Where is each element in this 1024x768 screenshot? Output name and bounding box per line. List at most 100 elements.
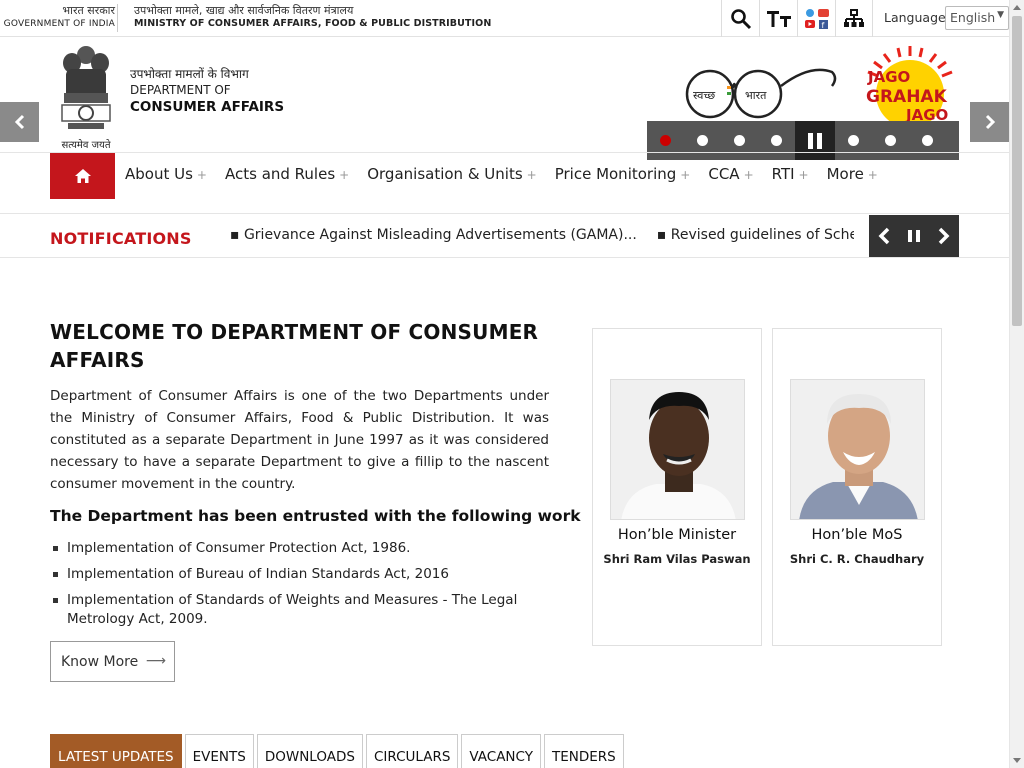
plus-icon: + (743, 168, 754, 182)
nav-item-rti[interactable]: RTI + (772, 165, 809, 183)
nav-item-label: More (826, 165, 864, 183)
main-navigation: About Us + Acts and Rules + Organisation &… (0, 152, 1009, 214)
ticker-item-text: Grievance Against Misleading Advertiseme… (243, 227, 637, 243)
minister-card[interactable]: Hon’ble MoS Shri C. R. Chaudhary (772, 328, 942, 646)
list-item: Implementation of Standards of Weights a… (50, 591, 550, 629)
search-icon (730, 8, 751, 29)
ticker-item-text: Revised guidelines of Scheme for S (670, 227, 854, 243)
minister-portrait-icon (611, 380, 744, 519)
tab-latest-updates[interactable]: LATEST UPDATES (50, 734, 182, 768)
tab-circulars[interactable]: CIRCULARS (365, 734, 459, 768)
notifications-ticker: ▪ Grievance Against Misleading Advertise… (230, 227, 854, 243)
ticker-item[interactable]: ▪ Revised guidelines of Scheme for S (657, 227, 854, 243)
minister-portrait-icon (791, 380, 924, 519)
ticker-item[interactable]: ▪ Grievance Against Misleading Advertise… (230, 227, 647, 243)
swachh-bharat-glasses-icon: स्वच्छ भारत (685, 68, 837, 119)
chevron-right-icon (985, 114, 995, 130)
jago-grahak-jago-logo[interactable]: JAGO GRAHAK JAGO (862, 44, 958, 128)
list-item: Implementation of Consumer Protection Ac… (50, 539, 550, 558)
nav-item-organisation-units[interactable]: Organisation & Units + (367, 165, 536, 183)
minister-name[interactable]: Shri C. R. Chaudhary (773, 552, 941, 566)
pause-icon (808, 132, 822, 149)
work-list: Implementation of Consumer Protection Ac… (50, 539, 550, 636)
toolbar: f (721, 0, 873, 37)
plus-icon: + (680, 168, 691, 182)
nav-item-label: RTI (771, 165, 795, 183)
minister-name[interactable]: Shri Ram Vilas Paswan (593, 552, 761, 566)
home-icon (74, 169, 91, 183)
home-button[interactable] (50, 153, 115, 199)
plus-icon: + (196, 168, 207, 182)
know-more-label: Know More (61, 654, 139, 670)
gov-english-text: GOVERNMENT OF INDIA (3, 19, 115, 29)
national-emblem-logo[interactable]: सत्यमेव जयते (54, 43, 118, 151)
government-of-india-label: भारत सरकार GOVERNMENT OF INDIA (0, 4, 118, 32)
dept-title-line2: CONSUMER AFFAIRS (130, 99, 285, 115)
text-size-button[interactable] (759, 0, 797, 37)
emblem-motto: सत्यमेव जयते (61, 140, 111, 151)
nav-item-label: CCA (708, 165, 740, 183)
slider-next-button[interactable] (970, 102, 1009, 142)
language-select[interactable]: English ▼ (945, 6, 1009, 30)
ministry-english-text: MINISTRY OF CONSUMER AFFAIRS, FOOD & PUB… (134, 18, 492, 29)
arrow-right-icon: ⟶ (145, 653, 166, 669)
nav-item-acts-and-rules[interactable]: Acts and Rules + (225, 165, 349, 183)
tab-vacancy[interactable]: VACANCY (461, 734, 541, 768)
vertical-scrollbar[interactable] (1009, 0, 1024, 768)
welcome-heading: WELCOME TO DEPARTMENT OF CONSUMER AFFAIR… (50, 320, 539, 372)
tab-downloads[interactable]: DOWNLOADS (256, 734, 363, 768)
dept-hindi-title: उपभोक्ता मामलों के विभाग (130, 67, 249, 81)
social-media-button[interactable]: f (797, 0, 835, 37)
nav-item-about-us[interactable]: About Us + (125, 165, 207, 183)
minister-photo[interactable] (790, 379, 925, 520)
ticker-pause-icon[interactable] (907, 229, 921, 243)
nav-menu: About Us + Acts and Rules + Organisation &… (125, 165, 896, 183)
swachh-text: स्वच्छ (693, 89, 715, 102)
know-more-button[interactable]: Know More ⟶ (50, 641, 175, 682)
scroll-down-icon[interactable] (1013, 758, 1021, 763)
search-button[interactable] (721, 0, 759, 37)
slider-prev-button[interactable] (0, 102, 39, 142)
work-heading: The Department has been entrusted with t… (50, 507, 581, 525)
tab-tenders[interactable]: TENDERS (543, 734, 624, 768)
minister-card[interactable]: Hon’ble Minister Shri Ram Vilas Paswan (592, 328, 762, 646)
minister-photo[interactable] (610, 379, 745, 520)
gov-hindi-text: भारत सरकार (62, 4, 115, 17)
plus-icon: + (526, 168, 537, 182)
notifications-title: NOTIFICATIONS (50, 229, 192, 248)
svg-text:f: f (821, 21, 824, 30)
chevron-down-icon: ▼ (997, 10, 1004, 20)
nav-item-cca[interactable]: CCA + (708, 165, 753, 183)
nav-item-price-monitoring[interactable]: Price Monitoring + (555, 165, 691, 183)
updates-tabs: LATEST UPDATES EVENTS DOWNLOADS CIRCULAR… (50, 734, 627, 768)
ticker-next-icon[interactable] (937, 227, 951, 245)
plus-icon: + (798, 168, 809, 182)
department-title[interactable]: उपभोक्ता मामलों के विभाग DEPARTMENT OF C… (130, 66, 284, 116)
scrollbar-thumb[interactable] (1012, 16, 1022, 326)
scroll-up-icon[interactable] (1013, 5, 1021, 10)
nav-item-label: Price Monitoring (554, 165, 677, 183)
ministry-label: उपभोक्ता मामले, खाद्य और सार्वजनिक वितरण… (134, 4, 491, 31)
jago-text-1: JAGO (867, 68, 910, 86)
ticker-prev-icon[interactable] (877, 227, 891, 245)
grahak-text: GRAHAK (866, 87, 948, 107)
nav-item-more[interactable]: More + (827, 165, 878, 183)
ticker-controls (869, 215, 959, 257)
nav-item-label: About Us (125, 165, 193, 183)
notifications-bar: NOTIFICATIONS ▪ Grievance Against Mislea… (0, 215, 1009, 258)
emblem-icon (61, 46, 111, 129)
swachh-bharat-logo[interactable]: स्वच्छ भारत (680, 58, 840, 124)
language-select-value: English (950, 10, 996, 25)
jago-grahak-sun-icon: JAGO GRAHAK JAGO (866, 46, 953, 128)
plus-icon: + (339, 168, 350, 182)
ministry-hindi-text: उपभोक्ता मामले, खाद्य और सार्वजनिक वितरण… (134, 4, 354, 17)
minister-role: Hon’ble Minister (617, 527, 737, 543)
sitemap-icon (844, 8, 864, 27)
plus-icon: + (867, 168, 878, 182)
social-icon: f (804, 8, 829, 30)
dept-title-line1: DEPARTMENT OF (130, 83, 231, 97)
sitemap-button[interactable] (835, 0, 873, 37)
text-size-icon (766, 10, 791, 27)
language-label: Language (884, 10, 946, 25)
tab-events[interactable]: EVENTS (184, 734, 254, 768)
